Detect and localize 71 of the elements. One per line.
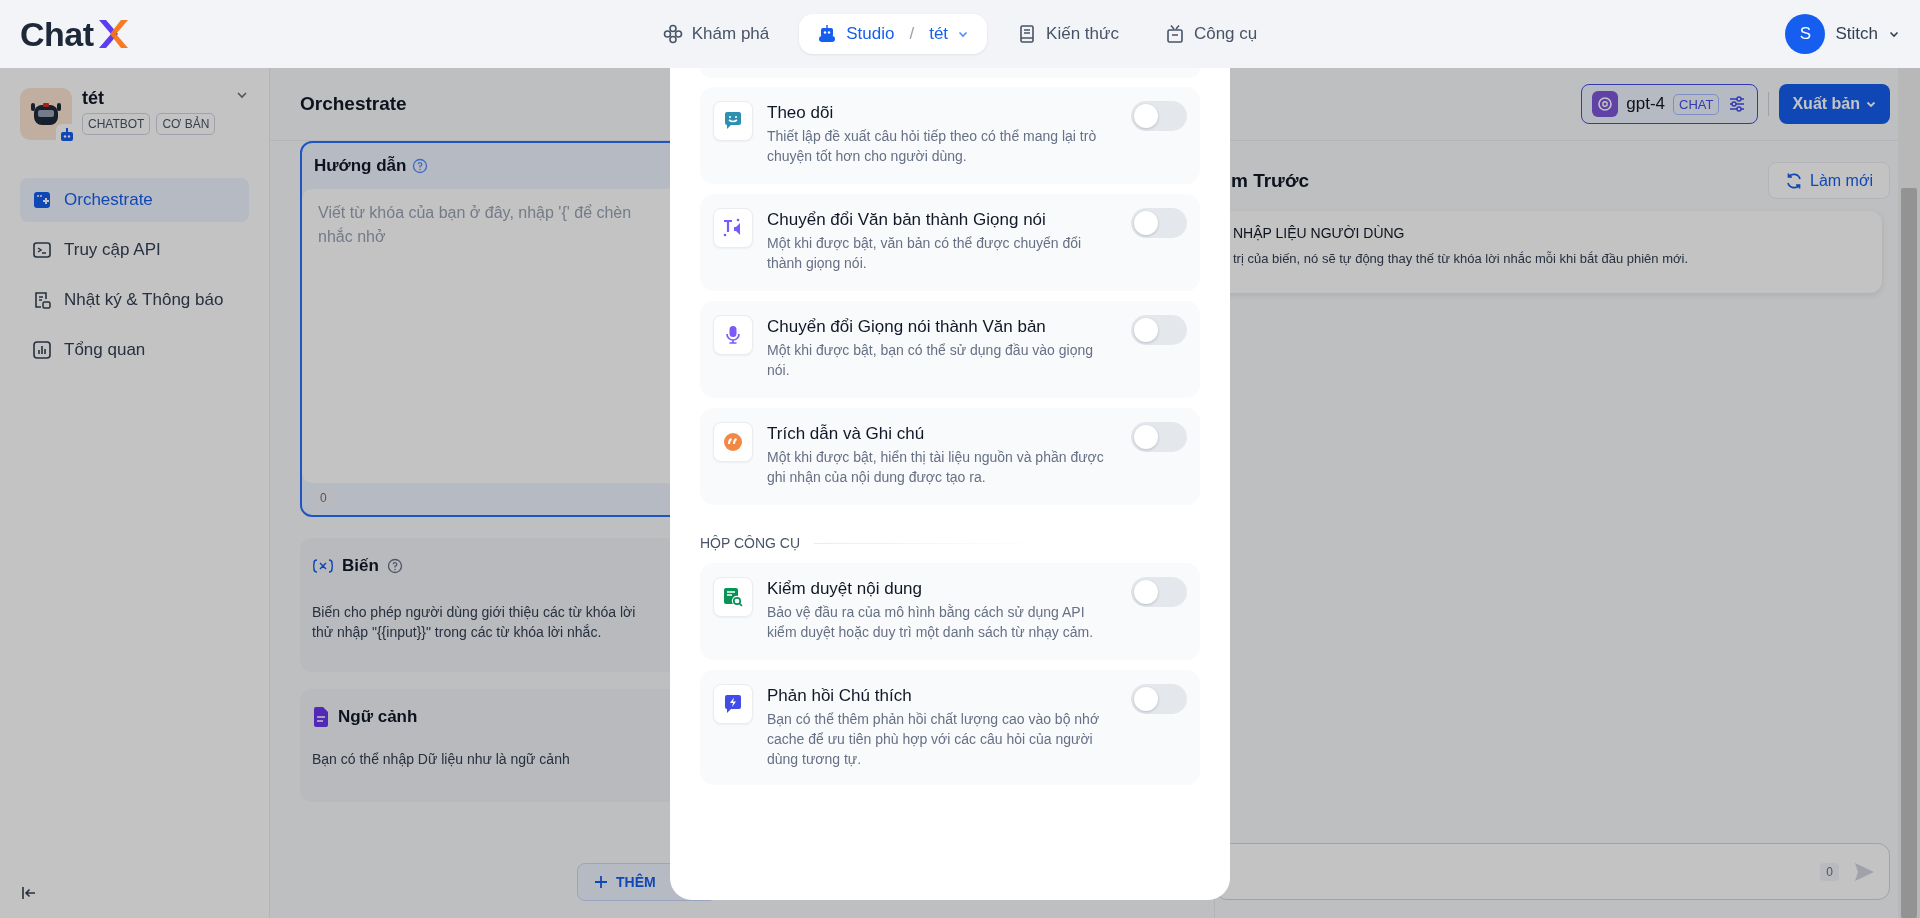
model-icon — [1592, 91, 1619, 117]
user-avatar[interactable]: S — [1785, 14, 1826, 54]
app-name: tét — [82, 88, 105, 109]
toggle-switch[interactable] — [1131, 577, 1187, 607]
help-icon — [386, 558, 403, 574]
robot-icon — [817, 24, 838, 44]
quote-icon — [722, 431, 744, 453]
app-type-tag: CHATBOT — [82, 113, 151, 135]
chat-icon — [722, 110, 744, 132]
nav-tab[interactable]: Công cụ — [1148, 14, 1274, 54]
feature-description: Bạn có thể thêm phản hồi chất lượng cao vào bộ nhớ cache để ưu tiên phù hợp với các câu hỏi của người dùng tương tự. — [767, 710, 1101, 769]
publish-button[interactable]: Xuất bản — [1779, 84, 1890, 124]
plus-icon — [594, 875, 608, 889]
toggle-switch[interactable] — [1131, 684, 1187, 714]
toolbox-icon — [1164, 24, 1185, 44]
section-heading: HỘP CÔNG CỤ — [700, 535, 801, 551]
nav-tab[interactable]: Studio / tét — [799, 14, 988, 54]
toggle-switch[interactable] — [1131, 101, 1187, 131]
toggle-switch[interactable] — [1131, 315, 1187, 345]
terminal-icon — [32, 240, 52, 260]
refresh-icon — [1785, 171, 1804, 190]
character-count: 0 — [314, 489, 333, 507]
feature-description: Một khi được bật, hiển thị tài liệu nguồn và phần được ghi nhận của nội dung được tạo ra. — [767, 448, 1105, 487]
sidebar-item[interactable]: Tổng quan — [20, 328, 249, 372]
feature-description: Thiết lập đề xuất câu hỏi tiếp theo có thể mang lại trò chuyện tốt hơn cho người dùng. — [767, 127, 1098, 166]
send-icon — [1853, 860, 1875, 883]
model-tag: CHAT — [1673, 93, 1720, 115]
feature-description: Một khi được bật, bạn có thể sử dụng đầu vào giọng nói. — [767, 341, 1095, 380]
panel-title: Ngữ cảnh — [338, 707, 418, 727]
app-name[interactable]: tét — [929, 24, 949, 44]
chat-bolt-icon — [722, 693, 744, 715]
feature-description: Bảo vệ đầu ra của mô hình bằng cách sử dụng API kiểm duyệt hoặc duy trì một danh sách từ nhạy cảm. — [767, 603, 1095, 642]
chart-icon — [32, 340, 52, 360]
user-name[interactable]: Stitch — [1835, 24, 1878, 44]
document-search-icon — [722, 586, 744, 608]
collapse-icon — [20, 884, 38, 902]
logo-text: Chat — [20, 14, 94, 54]
panel-title: Biến — [342, 556, 379, 576]
sidebar-item[interactable]: Orchestrate — [20, 178, 249, 222]
feature-title: Theo dõi — [767, 103, 835, 123]
panel-description: Bạn có thể nhập Dữ liệu như là ngữ cảnh — [312, 750, 570, 769]
scrollbar[interactable] — [1898, 68, 1920, 918]
panel-description: Biến cho phép người dùng giới thiệu các từ khóa lời thử nhập "{{input}}" trong các từ khóa lời nhắc. — [312, 603, 636, 642]
card-description: trị của biến, nó sẽ tự động thay thế từ khóa lời nhắc mỗi khi bắt đầu phiên mới. — [1233, 251, 1690, 266]
nav-tab[interactable]: Kiến thức — [1001, 14, 1135, 54]
log-icon — [32, 290, 52, 310]
feature-title: Trích dẫn và Ghi chú — [767, 424, 926, 444]
sidebar-item[interactable]: Truy cập API — [20, 228, 249, 272]
feature-title: Chuyển đổi Văn bản thành Giọng nói — [767, 210, 1047, 230]
explore-icon — [662, 24, 683, 44]
panel-title: m Trước — [1231, 169, 1309, 192]
refresh-button[interactable]: Làm mới — [1768, 162, 1890, 199]
help-icon — [412, 158, 429, 174]
toggle-switch[interactable] — [1131, 208, 1187, 238]
variable-icon — [312, 558, 334, 574]
nav-tab[interactable]: Khám phá — [646, 14, 786, 54]
page-title: Orchestrate — [300, 93, 407, 115]
feature-title: Kiểm duyệt nội dung — [767, 579, 923, 599]
document-icon — [312, 707, 330, 727]
model-selector[interactable]: gpt-4 CHAT — [1581, 84, 1759, 124]
panel-title: Hướng dẫn — [314, 156, 407, 176]
feature-title: Chuyển đổi Giọng nói thành Văn bản — [767, 317, 1047, 337]
feature-description: Một khi được bật, văn bản có thể được chuyển đổi thành giọng nói. — [767, 234, 1083, 273]
edit-icon — [32, 190, 52, 210]
toggle-switch[interactable] — [1131, 422, 1187, 452]
card-title: NHẬP LIỆU NGƯỜI DÙNG — [1233, 225, 1406, 241]
app-type-tag: CƠ BẢN — [156, 113, 216, 135]
character-count: 0 — [1820, 862, 1839, 881]
feature-title: Phản hồi Chú thích — [767, 686, 913, 706]
sidebar-item[interactable]: Nhật ký & Thông báo — [20, 278, 249, 322]
separator: / — [909, 24, 915, 44]
